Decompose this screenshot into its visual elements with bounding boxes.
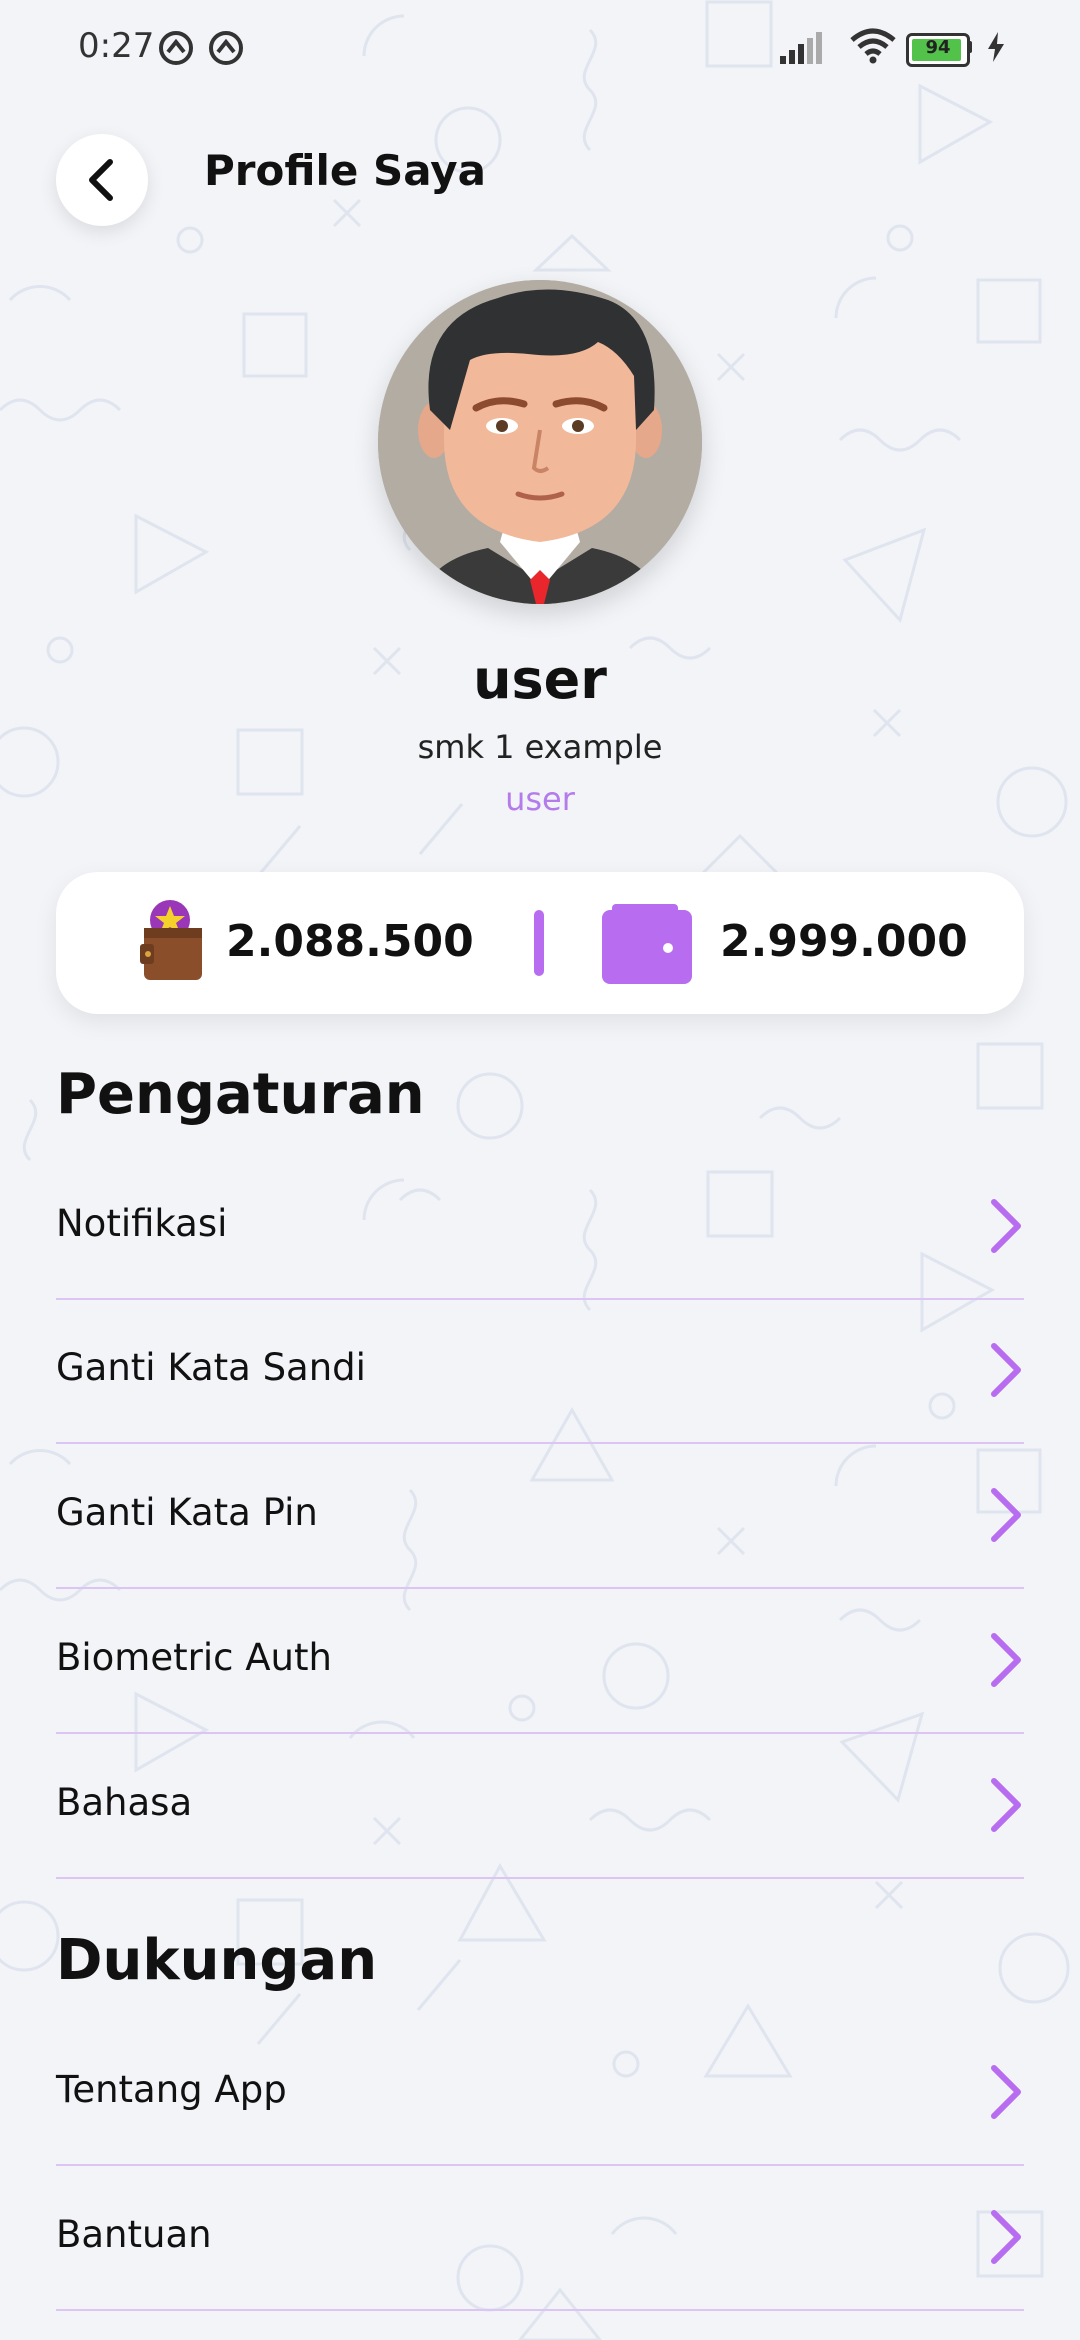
menu-item-label: Biometric Auth xyxy=(56,1636,332,1679)
status-time: 0:27 xyxy=(78,26,155,66)
chevron-right-icon xyxy=(991,1633,1021,1687)
battery-level: 94 xyxy=(925,37,951,58)
chevron-right-icon xyxy=(991,1199,1021,1253)
chevron-right-icon xyxy=(991,2065,1021,2119)
points-wallet-icon[interactable] xyxy=(140,900,206,982)
signal-icon xyxy=(780,32,822,64)
balance-divider xyxy=(534,910,544,976)
menu-item-bantuan[interactable]: Bantuan xyxy=(56,2167,1024,2311)
menu-item-label: Tentang App xyxy=(56,2068,287,2111)
support-section-title: Dukungan xyxy=(56,1928,378,1993)
menu-item-bahasa[interactable]: Bahasa xyxy=(56,1735,1024,1879)
menu-item-biometric-auth[interactable]: Biometric Auth xyxy=(56,1590,1024,1734)
battery-icon: 94 xyxy=(906,33,970,67)
status-bar: 0:27 94 xyxy=(0,0,1080,96)
wifi-icon xyxy=(850,28,896,64)
menu-item-tentang-app[interactable]: Tentang App xyxy=(56,2022,1024,2166)
settings-section-title: Pengaturan xyxy=(56,1062,425,1127)
menu-item-label: Ganti Kata Pin xyxy=(56,1491,318,1534)
menu-item-label: Bantuan xyxy=(56,2213,212,2256)
menu-item-notifikasi[interactable]: Notifikasi xyxy=(56,1156,1024,1300)
chevron-right-icon xyxy=(991,1488,1021,1542)
charging-icon xyxy=(988,32,1004,62)
chevron-left-icon xyxy=(89,159,113,201)
menu-item-ganti-kata-pin[interactable]: Ganti Kata Pin xyxy=(56,1445,1024,1589)
user-name: user xyxy=(473,648,607,711)
menu-item-ganti-kata-sandi[interactable]: Ganti Kata Sandi xyxy=(56,1300,1024,1444)
back-button[interactable] xyxy=(56,134,148,226)
avatar[interactable] xyxy=(378,280,702,604)
avatar-illustration xyxy=(378,280,702,604)
chevron-right-icon xyxy=(991,1778,1021,1832)
user-role: user xyxy=(505,780,575,818)
wallet-icon[interactable] xyxy=(602,904,692,984)
wallet-balance: 2.999.000 xyxy=(720,916,968,967)
user-school: smk 1 example xyxy=(417,728,663,766)
points-balance: 2.088.500 xyxy=(226,916,474,967)
page-title: Profile Saya xyxy=(204,146,487,195)
chevron-right-icon xyxy=(991,2210,1021,2264)
menu-item-label: Notifikasi xyxy=(56,1202,228,1245)
menu-item-label: Bahasa xyxy=(56,1781,193,1824)
chevron-right-icon xyxy=(991,1343,1021,1397)
notification-icons xyxy=(159,31,243,65)
menu-item-label: Ganti Kata Sandi xyxy=(56,1346,366,1389)
balance-card: 2.088.500 2.999.000 xyxy=(56,872,1024,1014)
